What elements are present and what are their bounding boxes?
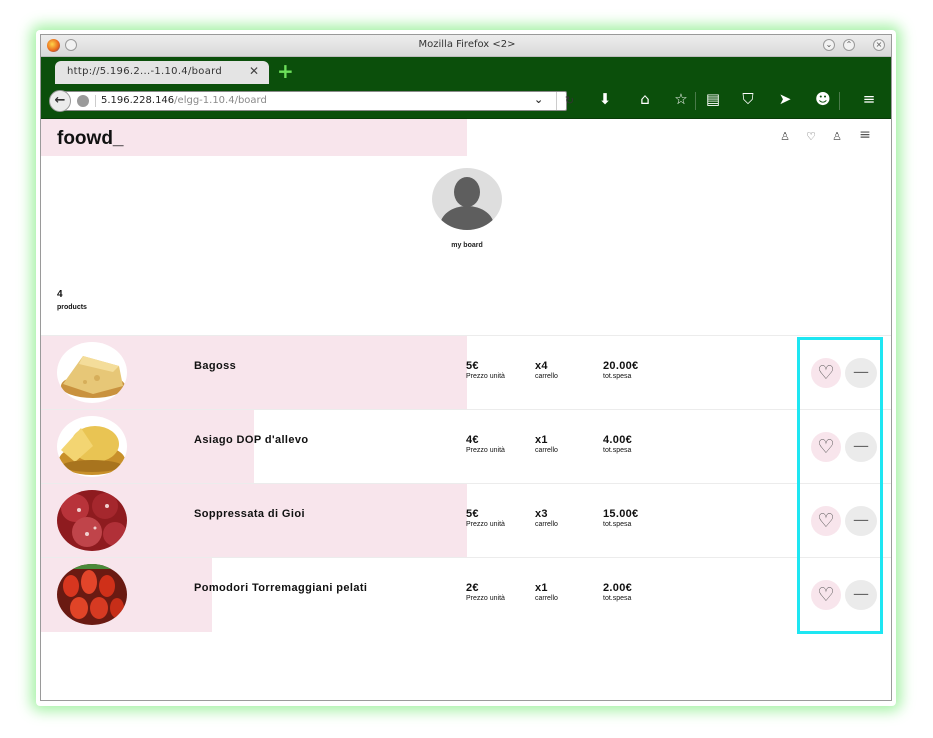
tab-close-icon[interactable]: ✕ — [249, 64, 259, 78]
navigation-bar: ← 5.196.228.146/elgg-1.10.4/board ⌄ ↻ ⬇ … — [41, 84, 891, 119]
cart-quantity: x1 carrello — [535, 582, 558, 602]
tab-title: http://5.196.2...-1.10.4/board — [67, 66, 223, 77]
total-spent-value: 4.00€ — [603, 434, 633, 446]
minimize-button[interactable]: ⌄ — [823, 39, 835, 51]
heart-icon[interactable]: ♡ — [803, 130, 819, 143]
browser-window: Mozilla Firefox <2> ⌄ ⌃ × http://5.196.2… — [40, 34, 892, 701]
board-label: my board — [451, 242, 483, 249]
product-name[interactable]: Bagoss — [194, 360, 236, 372]
unit-price-value: 5€ — [466, 360, 479, 372]
unit-price-value: 4€ — [466, 434, 479, 446]
product-image[interactable] — [57, 342, 127, 403]
unit-price-label: Prezzo unità — [466, 447, 505, 454]
total-spent-label: tot.spesa — [603, 595, 632, 602]
url-divider — [95, 95, 96, 107]
maximize-button[interactable]: ⌃ — [843, 39, 855, 51]
close-window-button[interactable]: × — [873, 39, 885, 51]
new-tab-button[interactable]: + — [277, 59, 294, 83]
product-row: Asiago DOP d'allevo 4€ Prezzo unità x1 c… — [41, 409, 891, 484]
cart-quantity-value: x4 — [535, 360, 548, 372]
bookmark-star-icon[interactable]: ☆ — [671, 90, 691, 108]
cart-quantity-label: carrello — [535, 595, 558, 602]
downloads-icon[interactable]: ⬇ — [595, 90, 615, 108]
toolbar-divider — [695, 92, 696, 110]
url-history-dropdown-icon[interactable]: ⌄ — [534, 93, 543, 106]
unit-price: 5€ Prezzo unità — [466, 508, 505, 528]
tab-bar: http://5.196.2...-1.10.4/board ✕ + — [41, 57, 891, 84]
cart-quantity-value: x1 — [535, 582, 548, 594]
active-tab[interactable]: http://5.196.2...-1.10.4/board ✕ — [55, 61, 269, 84]
product-name[interactable]: Asiago DOP d'allevo — [194, 434, 309, 446]
product-name[interactable]: Pomodori Torremaggiani pelati — [194, 582, 367, 594]
unit-price: 4€ Prezzo unità — [466, 434, 505, 454]
total-spent: 4.00€ tot.spesa — [603, 434, 632, 454]
avatar-head — [454, 177, 480, 207]
total-spent-value: 20.00€ — [603, 360, 639, 372]
reading-list-icon[interactable]: ▤ — [703, 90, 723, 108]
product-row: Pomodori Torremaggiani pelati 2€ Prezzo … — [41, 557, 891, 632]
toolbar-divider-2 — [839, 92, 840, 110]
total-spent-label: tot.spesa — [603, 521, 632, 528]
cart-quantity-label: carrello — [535, 521, 558, 528]
unit-price: 5€ Prezzo unità — [466, 360, 505, 380]
product-image[interactable] — [57, 490, 127, 551]
url-path: /elgg-1.10.4/board — [174, 95, 267, 106]
product-row: Soppressata di Gioi 5€ Prezzo unità x3 c… — [41, 483, 891, 558]
total-spent-label: tot.spesa — [603, 373, 632, 380]
reload-icon[interactable]: ↻ — [565, 94, 574, 107]
total-spent-value: 15.00€ — [603, 508, 639, 520]
avatar-body — [440, 206, 494, 230]
unit-price-label: Prezzo unità — [466, 521, 505, 528]
site-header: foowd_ ♙ ♡ ♙ ≡ — [41, 119, 891, 156]
url-host: 5.196.228.146 — [101, 95, 175, 106]
title-bar: Mozilla Firefox <2> ⌄ ⌃ × — [41, 35, 891, 57]
back-button[interactable]: ← — [49, 90, 71, 112]
cart-quantity: x4 carrello — [535, 360, 558, 380]
total-spent: 2.00€ tot.spesa — [603, 582, 632, 602]
products-count: 4 — [57, 289, 63, 300]
unit-price-value: 5€ — [466, 508, 479, 520]
site-logo[interactable]: foowd_ — [57, 128, 124, 150]
cart-quantity-value: x1 — [535, 434, 548, 446]
web-page: foowd_ ♙ ♡ ♙ ≡ my board 4 products Bagos… — [41, 119, 891, 700]
cart-quantity: x3 carrello — [535, 508, 558, 528]
unit-price-value: 2€ — [466, 582, 479, 594]
cart-quantity: x1 carrello — [535, 434, 558, 454]
menu-icon[interactable]: ≡ — [857, 127, 873, 143]
avatar[interactable] — [432, 168, 502, 230]
unit-price-label: Prezzo unità — [466, 595, 505, 602]
user-icon-2[interactable]: ♙ — [829, 130, 845, 143]
url-divider-2 — [556, 92, 557, 110]
url-bar[interactable]: 5.196.228.146/elgg-1.10.4/board ⌄ ↻ — [61, 91, 574, 111]
product-image[interactable] — [57, 416, 127, 477]
chat-icon[interactable]: ☻ — [813, 90, 833, 108]
total-spent: 20.00€ tot.spesa — [603, 360, 638, 380]
site-info-icon[interactable] — [77, 95, 89, 107]
hamburger-menu-icon[interactable]: ≡ — [859, 90, 879, 108]
home-icon[interactable]: ⌂ — [635, 90, 655, 108]
total-spent-value: 2.00€ — [603, 582, 633, 594]
products-count-label: products — [57, 304, 87, 311]
pocket-icon[interactable]: ⛉ — [738, 90, 758, 108]
total-spent: 15.00€ tot.spesa — [603, 508, 638, 528]
user-icon[interactable]: ♙ — [777, 130, 793, 143]
total-spent-label: tot.spesa — [603, 447, 632, 454]
cart-quantity-value: x3 — [535, 508, 548, 520]
product-row: Bagoss 5€ Prezzo unità x4 carrello 20.00… — [41, 335, 891, 410]
unit-price: 2€ Prezzo unità — [466, 582, 505, 602]
action-buttons-highlight — [797, 337, 883, 634]
product-name[interactable]: Soppressata di Gioi — [194, 508, 305, 520]
cart-quantity-label: carrello — [535, 373, 558, 380]
window-title: Mozilla Firefox <2> — [418, 39, 516, 50]
product-image[interactable] — [57, 564, 127, 625]
cart-quantity-label: carrello — [535, 447, 558, 454]
url-text[interactable]: 5.196.228.146/elgg-1.10.4/board — [101, 95, 267, 106]
unit-price-label: Prezzo unità — [466, 373, 505, 380]
send-icon[interactable]: ➤ — [775, 90, 795, 108]
